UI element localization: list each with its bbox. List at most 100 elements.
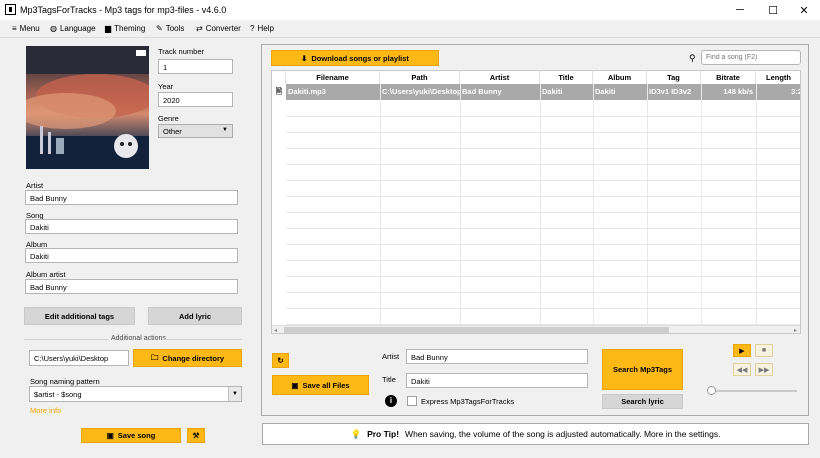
stop-button[interactable]: ■: [755, 344, 773, 357]
artist-search-input[interactable]: Bad Bunny: [406, 349, 588, 364]
search-mp3tags-button[interactable]: Search Mp3Tags: [602, 349, 683, 390]
column-header-album[interactable]: Album: [593, 71, 647, 84]
album-art-image: [26, 46, 149, 169]
search-icon: ⚲: [689, 53, 696, 63]
save-song-button[interactable]: ▣ Save song: [81, 428, 181, 443]
album-input[interactable]: Dakiti: [25, 248, 238, 263]
column-header-length[interactable]: Length: [756, 71, 800, 84]
menu-item-label: Theming: [114, 24, 146, 33]
menu-item-converter[interactable]: ⇄ Converter: [196, 24, 241, 33]
cell-bitrate: 148 kb/s: [723, 87, 753, 96]
change-directory-button[interactable]: 🗀 Change directory: [133, 349, 242, 367]
table-gridline: [460, 84, 461, 333]
title-search-input[interactable]: Dakiti: [406, 373, 588, 388]
player-controls: ▶ ■ ◀◀ ▶▶: [704, 340, 799, 400]
artist-input[interactable]: Bad Bunny: [25, 190, 238, 205]
search-input[interactable]: [701, 50, 801, 65]
seek-track[interactable]: [709, 390, 797, 392]
cell-title: Dakiti: [542, 87, 563, 96]
forward-button[interactable]: ▶▶: [755, 363, 773, 376]
chevron-down-icon[interactable]: ▼: [228, 387, 241, 401]
table-gridline: [286, 260, 800, 261]
search-lyric-button[interactable]: Search lyric: [602, 394, 683, 409]
menu-item-language[interactable]: ◍ Language: [50, 24, 96, 33]
column-header-bitrate[interactable]: Bitrate: [701, 71, 756, 84]
file-icon: 🖹: [272, 84, 286, 100]
folder-icon: 🗀: [150, 352, 159, 362]
maximize-button[interactable]: ☐: [757, 0, 789, 20]
change-directory-label: Change directory: [162, 353, 225, 363]
download-icon: ⬇: [301, 53, 308, 63]
table-gridline: [286, 180, 800, 181]
directory-input[interactable]: C:\Users\yuki\Desktop: [29, 350, 129, 366]
column-header-filename[interactable]: Filename: [286, 71, 380, 84]
menu-bar: ≡ Menu ◍ Language ▆ Theming ✎ Tools ⇄ Co…: [0, 20, 820, 38]
save-icon: ▣: [291, 380, 299, 390]
hamburger-icon: ≡: [12, 24, 17, 33]
divider: [163, 339, 242, 340]
album-artist-label: Album artist: [26, 270, 66, 279]
menu-item-label: Converter: [205, 24, 241, 33]
scroll-left-icon[interactable]: ◂: [274, 327, 277, 333]
track-number-input[interactable]: 1: [158, 59, 233, 74]
refresh-icon: ↻: [277, 356, 284, 365]
save-all-files-button[interactable]: ▣ Save all Files: [272, 375, 369, 395]
lightbulb-icon: 💡: [350, 428, 362, 439]
refresh-button[interactable]: ↻: [272, 353, 289, 368]
column-header-artist[interactable]: Artist: [460, 71, 540, 84]
menu-item-label: Language: [59, 24, 96, 33]
table-row[interactable]: 🖹 Dakiti.mp3 C:\Users\yuki\Desktop Bad B…: [272, 84, 800, 100]
genre-select[interactable]: Other ▼: [158, 124, 233, 138]
express-checkbox[interactable]: [407, 396, 417, 406]
files-table[interactable]: Filename Path Artist Title Album Tag Bit…: [271, 70, 801, 334]
convert-icon: ⇄: [196, 24, 203, 33]
play-button[interactable]: ▶: [733, 344, 751, 357]
forward-icon: ▶▶: [758, 366, 770, 374]
menu-item-label: Menu: [19, 24, 40, 33]
download-songs-button[interactable]: ⬇ Download songs or playlist: [271, 50, 439, 66]
table-gridline: [286, 292, 800, 293]
year-input[interactable]: 2020: [158, 92, 233, 107]
table-gridline: [286, 132, 800, 133]
question-icon: ?: [250, 24, 255, 33]
globe-icon: ◍: [50, 24, 57, 33]
column-header-path[interactable]: Path: [380, 71, 460, 84]
album-cover[interactable]: [26, 46, 149, 169]
chevron-down-icon: ▼: [222, 127, 228, 133]
edit-additional-tags-button[interactable]: Edit additional tags: [24, 307, 135, 325]
cell-path: C:\Users\yuki\Desktop: [382, 87, 460, 96]
column-header-title[interactable]: Title: [540, 71, 593, 84]
title-bar: Mp3TagsForTracks - Mp3 tags for mp3-file…: [0, 0, 820, 20]
play-icon: ▶: [739, 347, 745, 355]
column-header-tag[interactable]: Tag: [647, 71, 701, 84]
title-search-label: Title: [382, 375, 396, 384]
seek-handle[interactable]: [707, 386, 716, 395]
divider: [24, 339, 108, 340]
download-label: Download songs or playlist: [311, 53, 409, 63]
menu-item-theming[interactable]: ▆ Theming: [105, 24, 145, 33]
menu-item-tools[interactable]: ✎ Tools: [156, 24, 184, 33]
horizontal-scrollbar[interactable]: ◂ ▸: [272, 325, 800, 333]
song-input[interactable]: Dakiti: [25, 219, 238, 234]
scroll-right-icon[interactable]: ▸: [794, 327, 797, 333]
add-lyric-button[interactable]: Add lyric: [148, 307, 242, 325]
menu-item-help[interactable]: ? Help: [250, 24, 274, 33]
info-icon[interactable]: i: [385, 395, 397, 407]
save-all-label: Save all Files: [302, 380, 350, 390]
stop-icon: ■: [761, 347, 767, 354]
hammer-button[interactable]: ⚒: [187, 428, 205, 443]
table-gridline: [701, 84, 702, 333]
rewind-button[interactable]: ◀◀: [733, 363, 751, 376]
close-button[interactable]: ✕: [788, 0, 820, 20]
naming-pattern-input[interactable]: $artist - $song ▼: [29, 386, 242, 402]
scrollbar-thumb[interactable]: [284, 327, 669, 333]
window-title: Mp3TagsForTracks - Mp3 tags for mp3-file…: [20, 5, 227, 15]
track-number-label: Track number: [158, 47, 204, 56]
table-gridline: [286, 244, 800, 245]
album-artist-input[interactable]: Bad Bunny: [25, 279, 238, 294]
more-info-link[interactable]: More info: [30, 406, 61, 415]
hammer-icon: ⚒: [192, 431, 200, 440]
naming-pattern-label: Song naming pattern: [30, 377, 100, 386]
menu-item-menu[interactable]: ≡ Menu: [12, 24, 40, 33]
minimize-button[interactable]: ─: [724, 0, 756, 20]
